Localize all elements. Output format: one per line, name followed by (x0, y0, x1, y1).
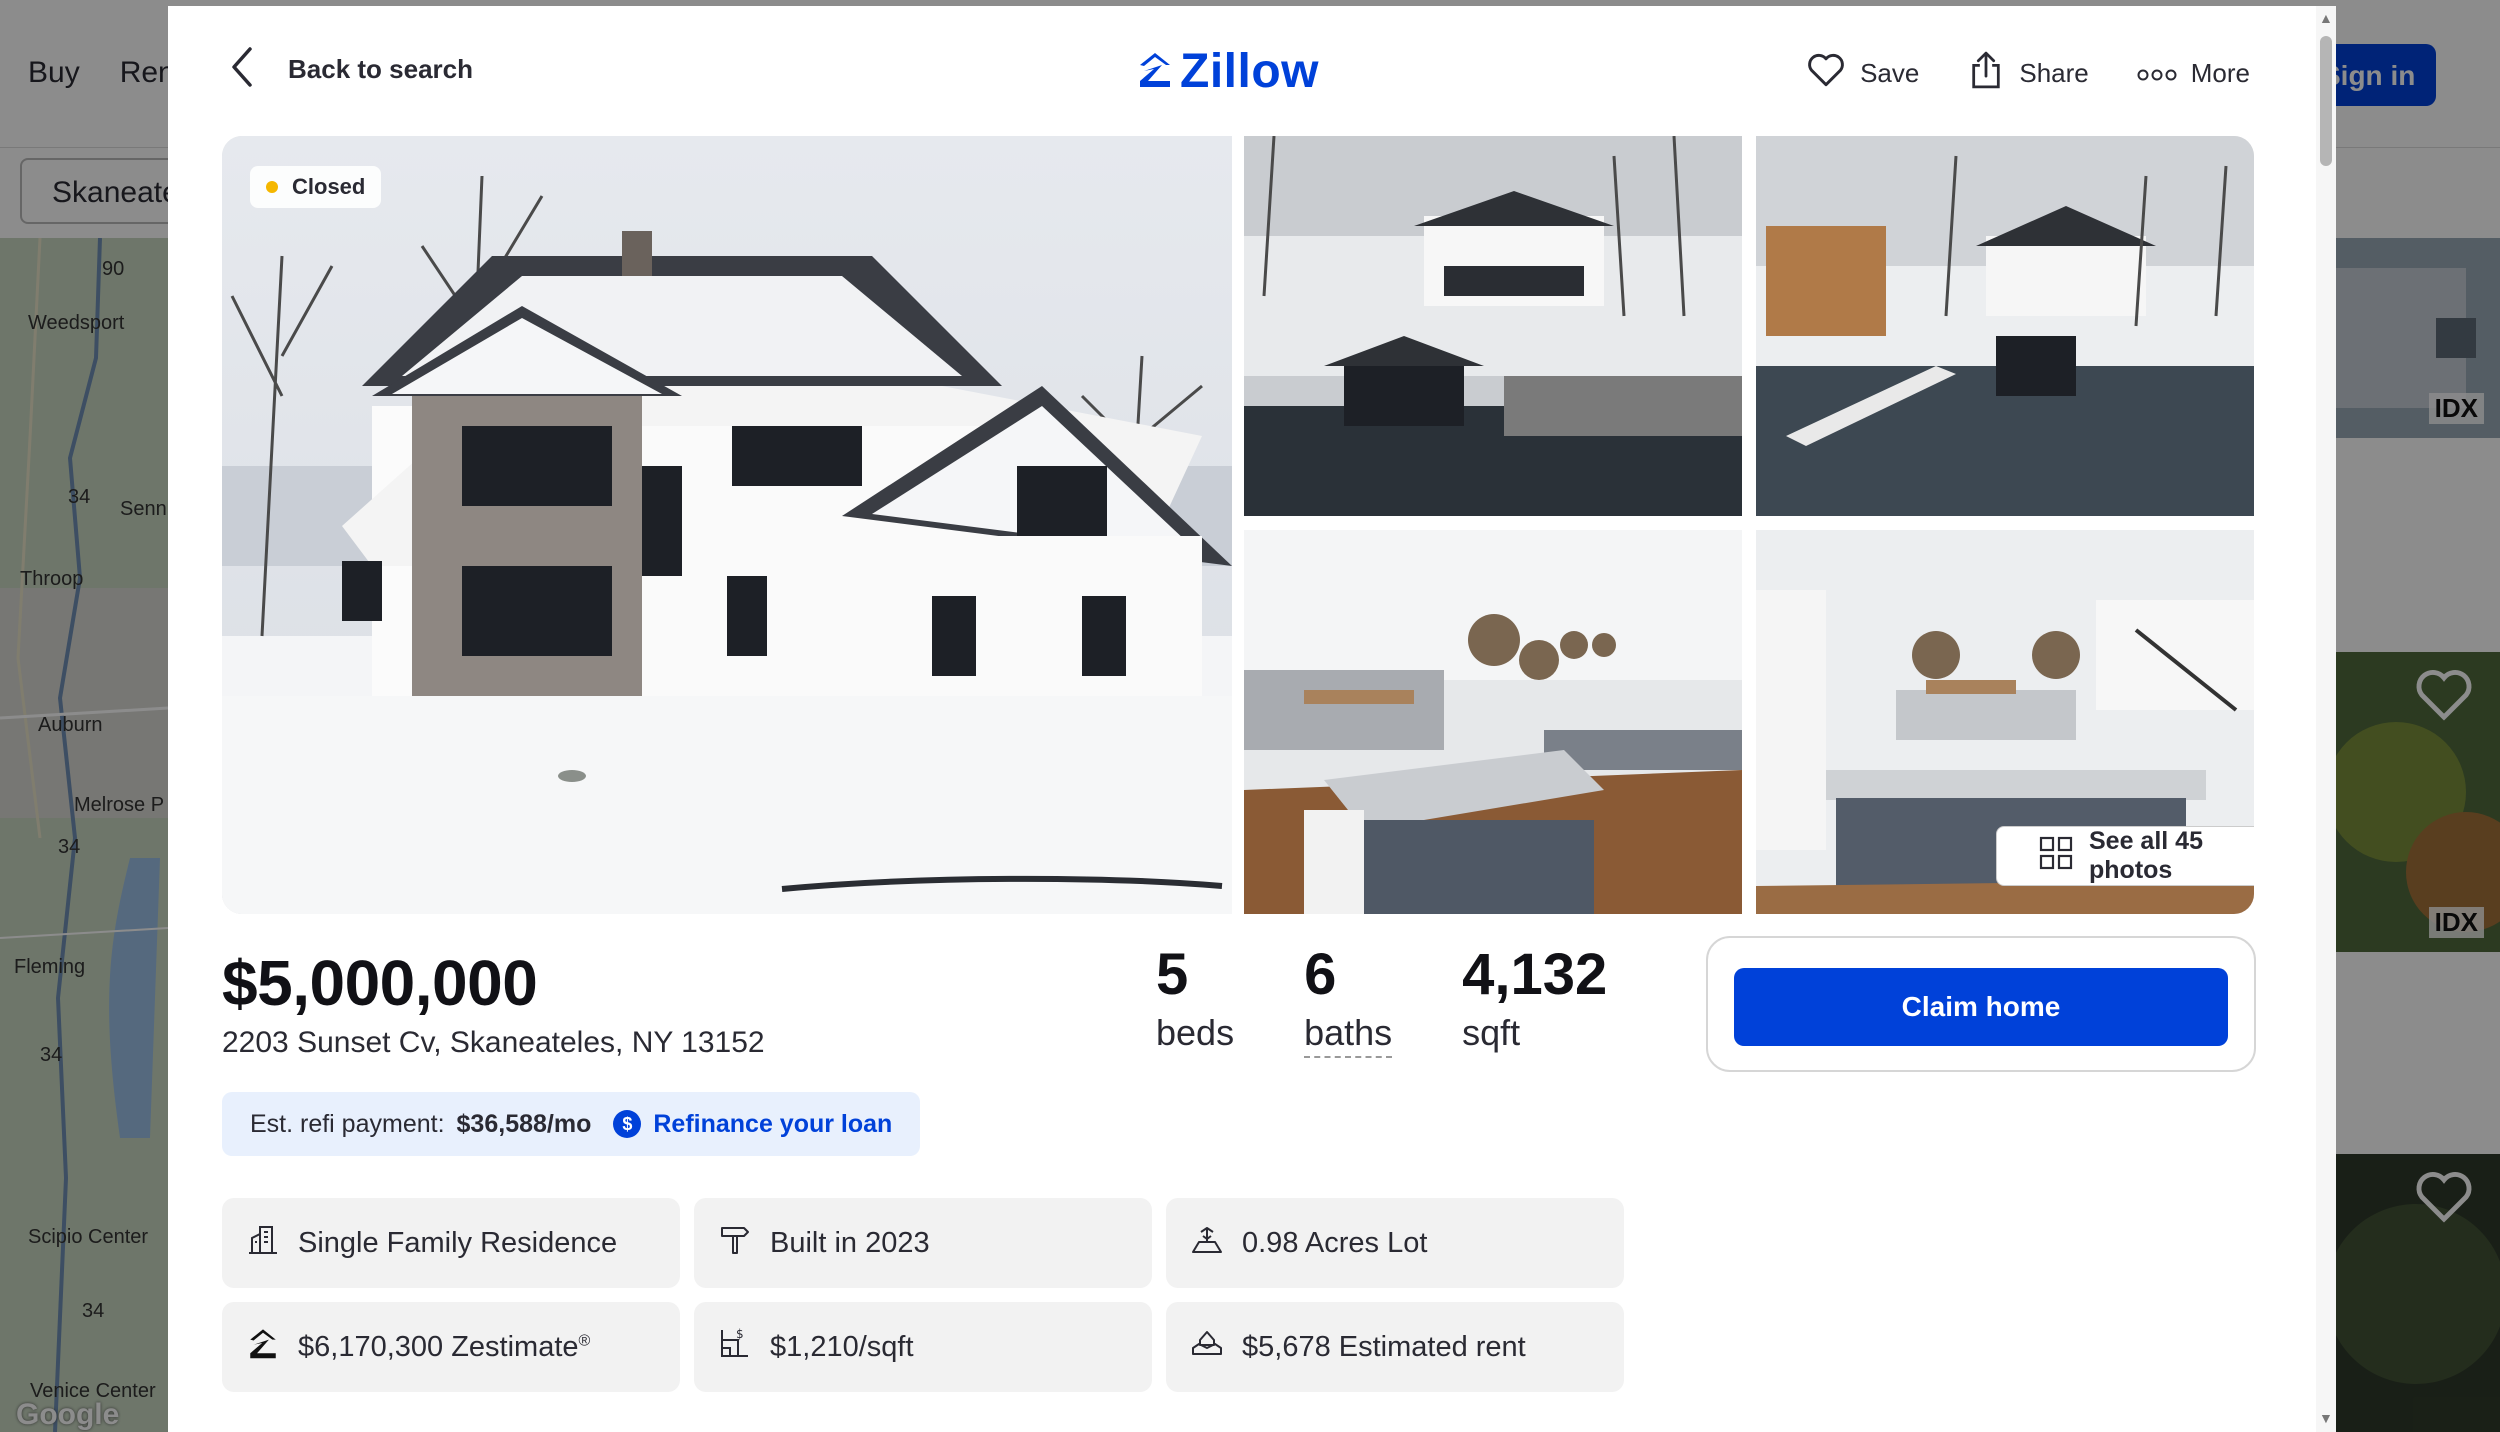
refi-label: Est. refi payment: (250, 1109, 445, 1138)
claim-home-card: Claim home (1706, 936, 2256, 1072)
price-per-sqft-icon: $ (718, 1326, 752, 1368)
fact-lot-size-label: 0.98 Acres Lot (1242, 1226, 1428, 1259)
fact-year-built: Built in 2023 (694, 1198, 1152, 1288)
gallery-photo[interactable] (1244, 530, 1742, 914)
fact-estimated-rent: $5,678 Estimated rent (1166, 1302, 1624, 1392)
gallery-photo[interactable] (1756, 136, 2254, 516)
back-to-search-label: Back to search (288, 54, 473, 84)
chevron-left-icon (230, 46, 254, 93)
status-badge: Closed (250, 166, 382, 208)
gallery-photo[interactable] (1244, 136, 1742, 516)
zillow-logo-text: Zillow (1180, 45, 1319, 98)
baths-label[interactable]: baths (1304, 1012, 1393, 1058)
property-detail-modal: Back to search Zillow Save Share More Cl… (168, 6, 2336, 1432)
share-icon (1967, 50, 2005, 97)
scrollbar-thumb[interactable] (2320, 36, 2332, 166)
see-all-photos-label: See all 45 photos (2089, 827, 2203, 884)
listing-address: 2203 Sunset Cv, Skaneateles, NY 13152 (222, 1026, 765, 1059)
building-icon (246, 1222, 280, 1264)
back-to-search-button[interactable]: Back to search (230, 46, 473, 93)
main-photo[interactable]: Closed (222, 136, 1232, 914)
claim-home-button[interactable]: Claim home (1734, 968, 2228, 1046)
bed-bath-sqft: 5 beds 6 baths 4,132 sqft (1156, 946, 1607, 1058)
refinance-link[interactable]: Refinance your loan (653, 1110, 892, 1139)
listing-price: $5,000,000 (222, 947, 538, 1019)
zillow-logo[interactable]: Zillow (1136, 44, 1319, 99)
zillow-zestimate-icon (246, 1326, 280, 1368)
fact-price-per-sqft: $ $1,210/sqft (694, 1302, 1152, 1392)
scroll-up-arrow-icon[interactable]: ▲ (2319, 10, 2333, 26)
status-dot (266, 181, 278, 193)
header-actions: Save Share More (1806, 50, 2250, 97)
fact-estimated-rent-label: $5,678 Estimated rent (1242, 1330, 1526, 1363)
grid-icon (2039, 836, 2073, 877)
see-all-photos-button[interactable]: See all 45 photos (1996, 826, 2254, 886)
share-button[interactable]: Share (1967, 50, 2089, 97)
beds-label: beds (1156, 1012, 1235, 1053)
fact-price-per-sqft-label: $1,210/sqft (770, 1330, 914, 1363)
lot-size-icon (1190, 1222, 1224, 1264)
save-button[interactable]: Save (1806, 52, 1919, 95)
sqft-label: sqft (1462, 1012, 1521, 1053)
beds-stat: 5 beds (1156, 946, 1234, 1058)
sqft-stat: 4,132 sqft (1462, 946, 1607, 1058)
fact-home-type: Single Family Residence (222, 1198, 680, 1288)
fact-zestimate[interactable]: $6,170,300 Zestimate® (222, 1302, 680, 1392)
fact-home-type-label: Single Family Residence (298, 1226, 618, 1259)
zillow-logo-icon (1136, 49, 1174, 94)
more-dots-icon (2137, 58, 2177, 89)
svg-text:$: $ (736, 1327, 744, 1341)
rent-hand-icon (1190, 1326, 1224, 1368)
baths-stat[interactable]: 6 baths (1304, 942, 1393, 1058)
zestimate-text: $6,170,300 Zestimate (298, 1330, 579, 1363)
refi-amount: $36,588/mo (456, 1109, 592, 1138)
photo-gallery: Closed See all 45 photos (222, 136, 2254, 914)
registered-mark: ® (578, 1331, 591, 1349)
dollar-icon: $ (613, 1110, 642, 1138)
facts-grid: Single Family Residence Built in 2023 0.… (222, 1198, 1630, 1392)
fact-year-built-label: Built in 2023 (770, 1226, 930, 1259)
sqft-value: 4,132 (1462, 942, 1608, 1007)
more-button[interactable]: More (2137, 58, 2250, 89)
baths-value: 6 (1304, 942, 1337, 1007)
share-label: Share (2019, 58, 2089, 88)
fact-lot-size: 0.98 Acres Lot (1166, 1198, 1624, 1288)
hammer-icon (718, 1222, 752, 1264)
modal-scrollbar[interactable]: ▲ ▼ (2316, 6, 2336, 1432)
scroll-down-arrow-icon[interactable]: ▼ (2319, 1410, 2333, 1426)
refinance-banner: Est. refi payment: $36,588/mo $ Refinanc… (222, 1092, 921, 1156)
beds-value: 5 (1156, 942, 1189, 1007)
status-label: Closed (292, 174, 366, 199)
modal-header: Back to search Zillow Save Share More (168, 6, 2316, 134)
fact-zestimate-label: $6,170,300 Zestimate® (298, 1331, 590, 1364)
heart-icon (1806, 52, 1846, 95)
save-label: Save (1860, 58, 1920, 88)
more-label: More (2190, 58, 2250, 88)
